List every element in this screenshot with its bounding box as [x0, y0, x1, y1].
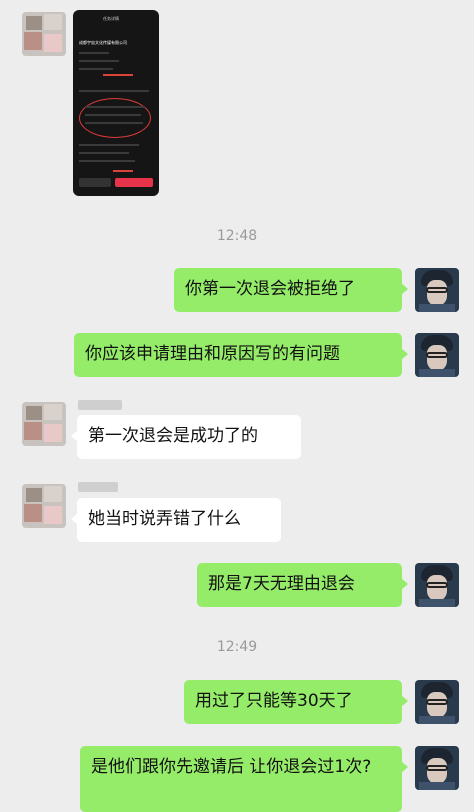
my-avatar[interactable]: [415, 563, 459, 607]
my-avatar[interactable]: [415, 268, 459, 312]
contact-avatar[interactable]: [22, 12, 66, 56]
thumb-header: 任务详情: [103, 16, 119, 21]
thumb-company: 成都宇宙文化传媒有限公司: [79, 40, 127, 45]
sender-name: [78, 400, 122, 410]
contact-avatar[interactable]: [22, 484, 66, 528]
message-bubble-sent[interactable]: 是他们跟你先邀请后 让你退会过1次?: [80, 746, 408, 812]
highlight-circle: [79, 98, 151, 138]
my-avatar[interactable]: [415, 746, 459, 790]
message-bubble-sent[interactable]: 用过了只能等30天了: [184, 680, 408, 724]
thumb-button-secondary: [79, 178, 111, 187]
my-avatar[interactable]: [415, 333, 459, 377]
thumb-button-primary: [115, 178, 153, 187]
my-avatar[interactable]: [415, 680, 459, 724]
message-bubble-sent[interactable]: 你第一次退会被拒绝了: [174, 268, 408, 312]
sender-name: [78, 482, 118, 492]
message-bubble-received[interactable]: 第一次退会是成功了的: [71, 415, 301, 459]
timestamp: 12:49: [216, 639, 258, 655]
message-bubble-sent[interactable]: 那是7天无理由退会: [197, 563, 408, 607]
timestamp: 12:48: [216, 228, 258, 244]
contact-avatar[interactable]: [22, 402, 66, 446]
shared-screenshot-image[interactable]: 任务详情 成都宇宙文化传媒有限公司: [73, 10, 159, 196]
message-bubble-received[interactable]: 她当时说弄错了什么: [71, 498, 281, 542]
message-bubble-sent[interactable]: 你应该申请理由和原因写的有问题: [74, 333, 408, 377]
